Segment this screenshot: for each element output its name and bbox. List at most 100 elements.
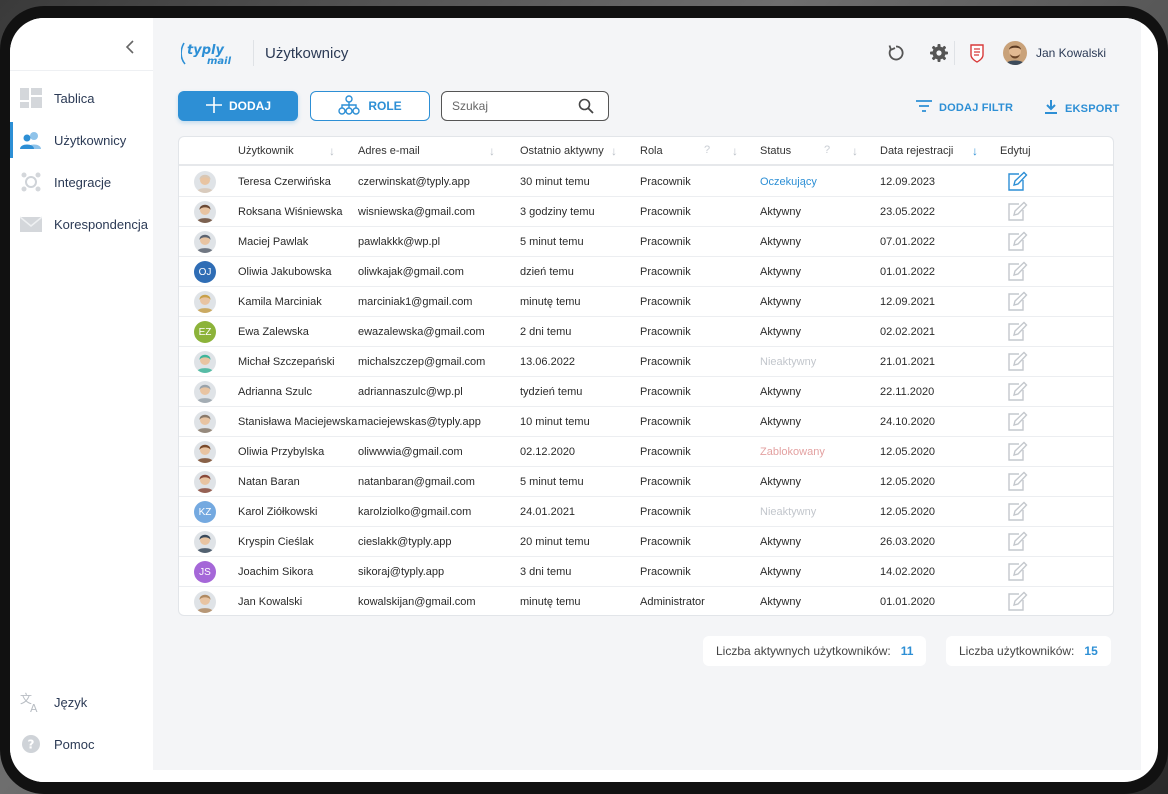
- device-frame: Tablica Użytkownicy Integracje Korespond…: [0, 6, 1168, 794]
- edit-icon[interactable]: [1006, 441, 1028, 463]
- cell-user-name: Natan Baran: [238, 476, 300, 488]
- sort-arrow-icon[interactable]: ↓: [329, 144, 335, 158]
- avatar: KZ: [194, 501, 216, 523]
- sort-arrow-icon[interactable]: ↓: [732, 144, 738, 158]
- table-row[interactable]: Natan Baran natanbaran@gmail.com 5 minut t…: [179, 467, 1113, 497]
- cell-last-active: minutę temu: [520, 296, 581, 308]
- sidebar-item-label: Pomoc: [54, 736, 95, 752]
- table-row[interactable]: OJ Oliwia Jakubowska oliwkajak@gmail.com dz…: [179, 257, 1113, 287]
- export-button[interactable]: EKSPORT: [1043, 99, 1120, 118]
- cell-email: natanbaran@gmail.com: [358, 476, 475, 488]
- avatar: [194, 441, 216, 463]
- cell-role: Pracownik: [640, 266, 691, 278]
- cell-role: Pracownik: [640, 326, 691, 338]
- column-header-email[interactable]: Adres e-mail: [358, 145, 420, 157]
- table-row[interactable]: Jan Kowalski kowalskijan@gmail.com minutę …: [179, 587, 1113, 615]
- cell-role: Pracownik: [640, 236, 691, 248]
- avatar[interactable]: [1003, 41, 1027, 65]
- sidebar-item-pomoc[interactable]: ? Pomoc: [10, 724, 153, 764]
- column-header-user[interactable]: Użytkownik: [238, 145, 294, 157]
- table-row[interactable]: Stanisława Maciejewska maciejewskas@typly…: [179, 407, 1113, 437]
- edit-icon[interactable]: [1006, 291, 1028, 313]
- search-icon[interactable]: [578, 98, 594, 114]
- company-logo-icon[interactable]: [967, 43, 987, 63]
- cell-user-name: Karol Ziółkowski: [238, 506, 318, 518]
- table-row[interactable]: EZ Ewa Zalewska ewazalewska@gmail.com 2 dni…: [179, 317, 1113, 347]
- edit-icon[interactable]: [1006, 381, 1028, 403]
- sort-arrow-icon[interactable]: ↓: [852, 144, 858, 158]
- edit-icon[interactable]: [1006, 531, 1028, 553]
- table-row[interactable]: JS Joachim Sikora sikoraj@typly.app 3 dni t…: [179, 557, 1113, 587]
- roles-button[interactable]: ROLE: [310, 91, 430, 121]
- table-row[interactable]: Roksana Wiśniewska wisniewska@gmail.com 3 …: [179, 197, 1113, 227]
- avatar-initials: OJ: [198, 266, 212, 278]
- sidebar-item-jezyk[interactable]: 文 A Język: [10, 682, 153, 722]
- column-header-status[interactable]: Status: [760, 145, 791, 157]
- cell-last-active: 2 dni temu: [520, 326, 572, 338]
- edit-icon[interactable]: [1006, 201, 1028, 223]
- refresh-icon[interactable]: [886, 43, 906, 63]
- table-row[interactable]: Kamila Marciniak marciniak1@gmail.com minu…: [179, 287, 1113, 317]
- edit-icon[interactable]: [1006, 561, 1028, 583]
- table-row[interactable]: Oliwia Przybylska oliwwwia@gmail.com 02.12…: [179, 437, 1113, 467]
- cell-status: Aktywny: [760, 416, 801, 428]
- sort-arrow-icon[interactable]: ↓: [489, 144, 495, 158]
- chevron-left-icon[interactable]: [120, 36, 142, 58]
- sidebar-item-tablica[interactable]: Tablica: [10, 78, 153, 118]
- avatar: [194, 231, 216, 253]
- avatar: JS: [194, 561, 216, 583]
- users-table: Użytkownik ↓ Adres e-mail ↓ Ostatnio akt…: [178, 136, 1114, 616]
- sort-arrow-icon[interactable]: ↓: [972, 144, 978, 158]
- gear-icon[interactable]: [929, 43, 949, 63]
- mail-icon: [19, 213, 43, 235]
- column-header-registered[interactable]: Data rejestracji: [880, 145, 953, 157]
- cell-last-active: tydzień temu: [520, 386, 583, 398]
- edit-icon[interactable]: [1006, 321, 1028, 343]
- help-question-icon[interactable]: ?: [824, 144, 830, 156]
- avatar: [194, 351, 216, 373]
- sidebar-item-integracje[interactable]: Integracje: [10, 162, 153, 202]
- cell-registered: 23.05.2022: [880, 206, 936, 218]
- cell-email: czerwinskat@typly.app: [358, 176, 470, 188]
- add-filter-button[interactable]: DODAJ FILTR: [915, 99, 1013, 116]
- table-row[interactable]: Adrianna Szulc adriannaszulc@wp.pl tydzień…: [179, 377, 1113, 407]
- add-button-label: DODAJ: [228, 99, 271, 113]
- column-header-edit: Edytuj: [1000, 145, 1031, 157]
- help-question-icon[interactable]: ?: [704, 144, 710, 156]
- cell-registered: 12.05.2020: [880, 446, 936, 458]
- cell-registered: 01.01.2020: [880, 596, 936, 608]
- search-box[interactable]: [441, 91, 609, 121]
- table-row[interactable]: Kryspin Cieślak cieslakk@typly.app 20 minu…: [179, 527, 1113, 557]
- edit-icon[interactable]: [1006, 261, 1028, 283]
- table-row[interactable]: Michał Szczepański michalszczep@gmail.com…: [179, 347, 1113, 377]
- table-row[interactable]: Teresa Czerwińska czerwinskat@typly.app 30…: [179, 167, 1113, 197]
- table-row[interactable]: Maciej Pawlak pawlakkk@wp.pl 5 minut temu P…: [179, 227, 1113, 257]
- column-header-role[interactable]: Rola: [640, 145, 663, 157]
- cell-status: Nieaktywny: [760, 506, 817, 518]
- edit-icon[interactable]: [1006, 411, 1028, 433]
- edit-icon[interactable]: [1006, 171, 1028, 193]
- edit-icon[interactable]: [1006, 591, 1028, 613]
- edit-icon[interactable]: [1006, 501, 1028, 523]
- cell-role: Pracownik: [640, 506, 691, 518]
- user-name[interactable]: Jan Kowalski: [1036, 46, 1106, 60]
- sort-arrow-icon[interactable]: ↓: [611, 144, 617, 158]
- typly-mail-logo[interactable]: typly mail: [180, 40, 237, 67]
- sidebar-item-label: Integracje: [54, 174, 112, 190]
- edit-icon[interactable]: [1006, 351, 1028, 373]
- avatar: EZ: [194, 321, 216, 343]
- cell-role: Pracownik: [640, 536, 691, 548]
- cell-last-active: dzień temu: [520, 266, 574, 278]
- sidebar-item-uzytkownicy[interactable]: Użytkownicy: [10, 120, 153, 160]
- edit-icon[interactable]: [1006, 231, 1028, 253]
- edit-icon[interactable]: [1006, 471, 1028, 493]
- sidebar-item-korespondencja[interactable]: Korespondencja: [10, 204, 153, 244]
- table-row[interactable]: KZ Karol Ziółkowski karolziolko@gmail.com 2…: [179, 497, 1113, 527]
- column-header-last-active[interactable]: Ostatnio aktywny: [520, 145, 604, 157]
- cell-status: Aktywny: [760, 296, 801, 308]
- search-input[interactable]: [452, 97, 572, 115]
- avatar-initials: EZ: [198, 326, 212, 338]
- cell-email: wisniewska@gmail.com: [358, 206, 475, 218]
- avatar-initials: KZ: [198, 506, 212, 518]
- add-user-button[interactable]: DODAJ: [178, 91, 298, 121]
